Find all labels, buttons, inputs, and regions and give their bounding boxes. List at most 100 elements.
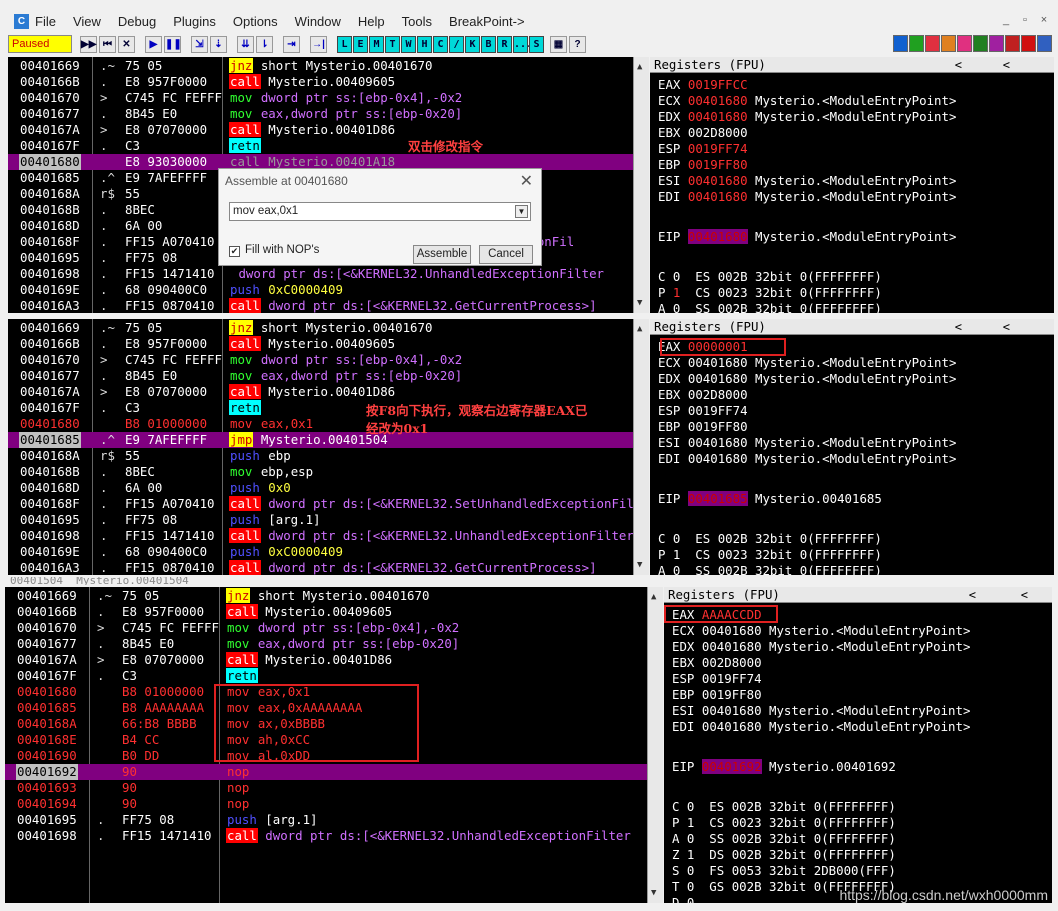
register-line[interactable]: EDX 00401680 Mysterio.<ModuleEntryPoint> [672, 639, 970, 655]
register-line[interactable]: P 1 CS 0023 32bit 0(FFFFFFFF) [658, 547, 882, 563]
windows-button[interactable]: W [401, 35, 416, 53]
rewind-icon[interactable]: ⏮ [99, 35, 116, 53]
register-line[interactable]: ECX 00401680 Mysterio.<ModuleEntryPoint> [658, 355, 956, 371]
disasm-row[interactable]: 00401670 > C745 FC FEFFF mov dword ptr ss:[… [5, 620, 663, 636]
plugin-icon[interactable] [989, 35, 1004, 52]
disasm-row[interactable]: 00401698. FF15 1471410 call dword ptr ds:[… [8, 528, 649, 544]
call-stack-button[interactable]: K [465, 35, 480, 53]
menu-breakpoint[interactable]: BreakPoint-> [449, 14, 525, 29]
step-into-icon[interactable]: ⇲ [191, 35, 208, 53]
register-line[interactable]: EDI 00401680 Mysterio.<ModuleEntryPoint> [672, 719, 970, 735]
disasm-row[interactable]: 0040166B. E8 957F0000 call Mysterio.004096… [8, 74, 649, 90]
register-line[interactable]: EIP 00401685 Mysterio.00401685 [658, 491, 882, 507]
disasm-row[interactable]: 0040167F. C3 retn [8, 138, 649, 154]
run-trace-button[interactable]: ... [513, 35, 532, 53]
register-line[interactable]: D 0 [672, 895, 694, 903]
register-line[interactable]: EIP 00401680 Mysterio.<ModuleEntryPoint> [658, 229, 956, 245]
disasm-row[interactable]: 00401670 > C745 FC FEFFF mov dword ptr ss:[… [8, 90, 649, 106]
trace-over-icon[interactable]: ⇂ [256, 35, 273, 53]
register-line[interactable]: EBP 0019FF80 [672, 687, 762, 703]
register-line[interactable]: ESI 00401680 Mysterio.<ModuleEntryPoint> [672, 703, 970, 719]
register-line[interactable]: P 1 CS 0023 32bit 0(FFFFFFFF) [658, 285, 882, 301]
chevron-down-icon[interactable]: ▼ [515, 205, 528, 218]
open-icon[interactable]: ▶▶ [80, 35, 97, 53]
disasm-row[interactable]: 00401685 .^ E9 7AFEFFFF jmp Mysterio.004015… [8, 432, 649, 448]
menu-window[interactable]: Window [295, 14, 341, 29]
help-icon[interactable]: ? [569, 35, 586, 53]
disasm-row[interactable]: 0040169E. 68 090400C0 push 0xC0000409 [8, 282, 649, 298]
run-icon[interactable]: ▶ [145, 35, 162, 53]
disasm-row[interactable]: 0040167F. C3 retn [5, 668, 663, 684]
patches-button[interactable]: / [449, 35, 464, 53]
disasm-row[interactable]: 0040166B. E8 957F0000 call Mysterio.004096… [5, 604, 663, 620]
close-icon[interactable]: × [1036, 12, 1052, 28]
nav-left-icon[interactable]: < [955, 57, 962, 73]
disassembly-pane[interactable]: 00401669 .~ 75 05 jnz short Mysterio.004016… [8, 319, 649, 575]
register-line[interactable]: C 0 ES 002B 32bit 0(FFFFFFFF) [658, 269, 882, 285]
menu-file[interactable]: File [35, 14, 56, 29]
register-line[interactable]: ESP 0019FF74 [672, 671, 762, 687]
handles-button[interactable]: H [417, 35, 432, 53]
disasm-row[interactable]: 004016A3. FF15 0870410 call dword ptr ds:[… [8, 560, 649, 575]
register-line[interactable]: EIP 00401692 Mysterio.00401692 [672, 759, 896, 775]
references-button[interactable]: R [497, 35, 512, 53]
restore-icon[interactable]: ▫ [1017, 12, 1033, 28]
register-line[interactable]: S 0 FS 0053 32bit 2DB000(FFF) [672, 863, 896, 879]
source-button[interactable]: S [529, 35, 544, 53]
menu-tools[interactable]: Tools [402, 14, 432, 29]
register-line[interactable]: ESI 00401680 Mysterio.<ModuleEntryPoint> [658, 435, 956, 451]
register-line[interactable]: A 0 SS 002B 32bit 0(FFFFFFFF) [658, 301, 882, 313]
assemble-button[interactable]: Assemble [413, 245, 471, 264]
nav-left-icon[interactable]: < [969, 587, 976, 603]
register-line[interactable]: EDX 00401680 Mysterio.<ModuleEntryPoint> [658, 109, 956, 125]
disasm-row[interactable]: 0040166B. E8 957F0000 call Mysterio.004096… [8, 336, 649, 352]
scrollbar[interactable]: ▲ ▼ [647, 587, 663, 903]
register-line[interactable]: ESP 0019FF74 [658, 403, 748, 419]
register-line[interactable]: EDX 00401680 Mysterio.<ModuleEntryPoint> [658, 371, 956, 387]
register-line[interactable]: ECX 00401680 Mysterio.<ModuleEntryPoint> [658, 93, 956, 109]
plugin-icon[interactable] [925, 35, 940, 52]
menu-options[interactable]: Options [233, 14, 278, 29]
registers-pane[interactable]: Registers (FPU) < < EAX 0019FFCC ECX 0040168… [650, 57, 1054, 313]
arrow-down-icon[interactable]: ▼ [651, 885, 656, 901]
arrow-up-icon[interactable]: ▲ [637, 59, 642, 75]
cancel-button[interactable]: Cancel [479, 245, 533, 264]
register-line[interactable]: ESP 0019FF74 [658, 141, 748, 157]
register-line[interactable]: A 0 SS 002B 32bit 0(FFFFFFFF) [672, 831, 896, 847]
registers-pane[interactable]: Registers (FPU) < < EAX AAAACCDD ECX 0040168… [664, 587, 1052, 903]
fill-nop-checkbox[interactable]: ✔ [229, 246, 240, 257]
register-line[interactable]: C 0 ES 002B 32bit 0(FFFFFFFF) [672, 799, 896, 815]
register-line[interactable]: EBX 002D8000 [658, 125, 748, 141]
executable-modules-button[interactable]: E [353, 35, 368, 53]
disasm-row[interactable]: 00401695. FF75 08 push [arg.1] [5, 812, 663, 828]
goto-icon[interactable]: →| [310, 35, 327, 53]
register-line[interactable]: A 0 SS 002B 32bit 0(FFFFFFFF) [658, 563, 882, 575]
plugin-icon[interactable] [957, 35, 972, 52]
disasm-row[interactable]: 00401669 .~ 75 05 jnz short Mysterio.004016… [8, 58, 649, 74]
plugin-icon[interactable] [1005, 35, 1020, 52]
disasm-row[interactable]: 0040169E. 68 090400C0 push 0xC0000409 [8, 544, 649, 560]
trace-into-icon[interactable]: ⇊ [237, 35, 254, 53]
plugin-icon[interactable] [1037, 35, 1052, 52]
disasm-row[interactable]: 0040167A > E8 07070000 call Mysterio.00401D… [8, 384, 649, 400]
disasm-row[interactable]: 00401677. 8B45 E0 mov eax,dword ptr ss:[eb… [8, 368, 649, 384]
scrollbar[interactable]: ▲ ▼ [633, 57, 649, 313]
plugin-icon[interactable] [909, 35, 924, 52]
register-line[interactable]: EDI 00401680 Mysterio.<ModuleEntryPoint> [658, 189, 956, 205]
disasm-row[interactable]: 0040167A > E8 07070000 call Mysterio.00401D… [5, 652, 663, 668]
disasm-row[interactable]: 00401670 > C745 FC FEFFF mov dword ptr ss:[… [8, 352, 649, 368]
disasm-row[interactable]: 00401692 90 nop [5, 764, 663, 780]
plugin-icon[interactable] [893, 35, 908, 52]
breakpoints-button[interactable]: B [481, 35, 496, 53]
disasm-row[interactable]: 00401698. FF15 1471410 call dword ptr ds:[… [5, 828, 663, 844]
disasm-row[interactable]: 00401669 .~ 75 05 jnz short Mysterio.004016… [8, 320, 649, 336]
disasm-row[interactable]: 0040168F. FF15 A070410 call dword ptr ds:[… [8, 496, 649, 512]
register-line[interactable]: ECX 00401680 Mysterio.<ModuleEntryPoint> [672, 623, 970, 639]
disasm-row[interactable]: 00401695. FF75 08 push [arg.1] [8, 512, 649, 528]
disasm-row[interactable]: 00401693 90 nop [5, 780, 663, 796]
disasm-row[interactable]: 00401669 .~ 75 05 jnz short Mysterio.004016… [5, 588, 663, 604]
plugin-icon[interactable] [941, 35, 956, 52]
close-debuggee-icon[interactable]: ✕ [118, 35, 135, 53]
close-icon[interactable]: ✕ [520, 171, 533, 191]
disasm-row[interactable]: 00401677. 8B45 E0 mov eax,dword ptr ss:[eb… [5, 636, 663, 652]
